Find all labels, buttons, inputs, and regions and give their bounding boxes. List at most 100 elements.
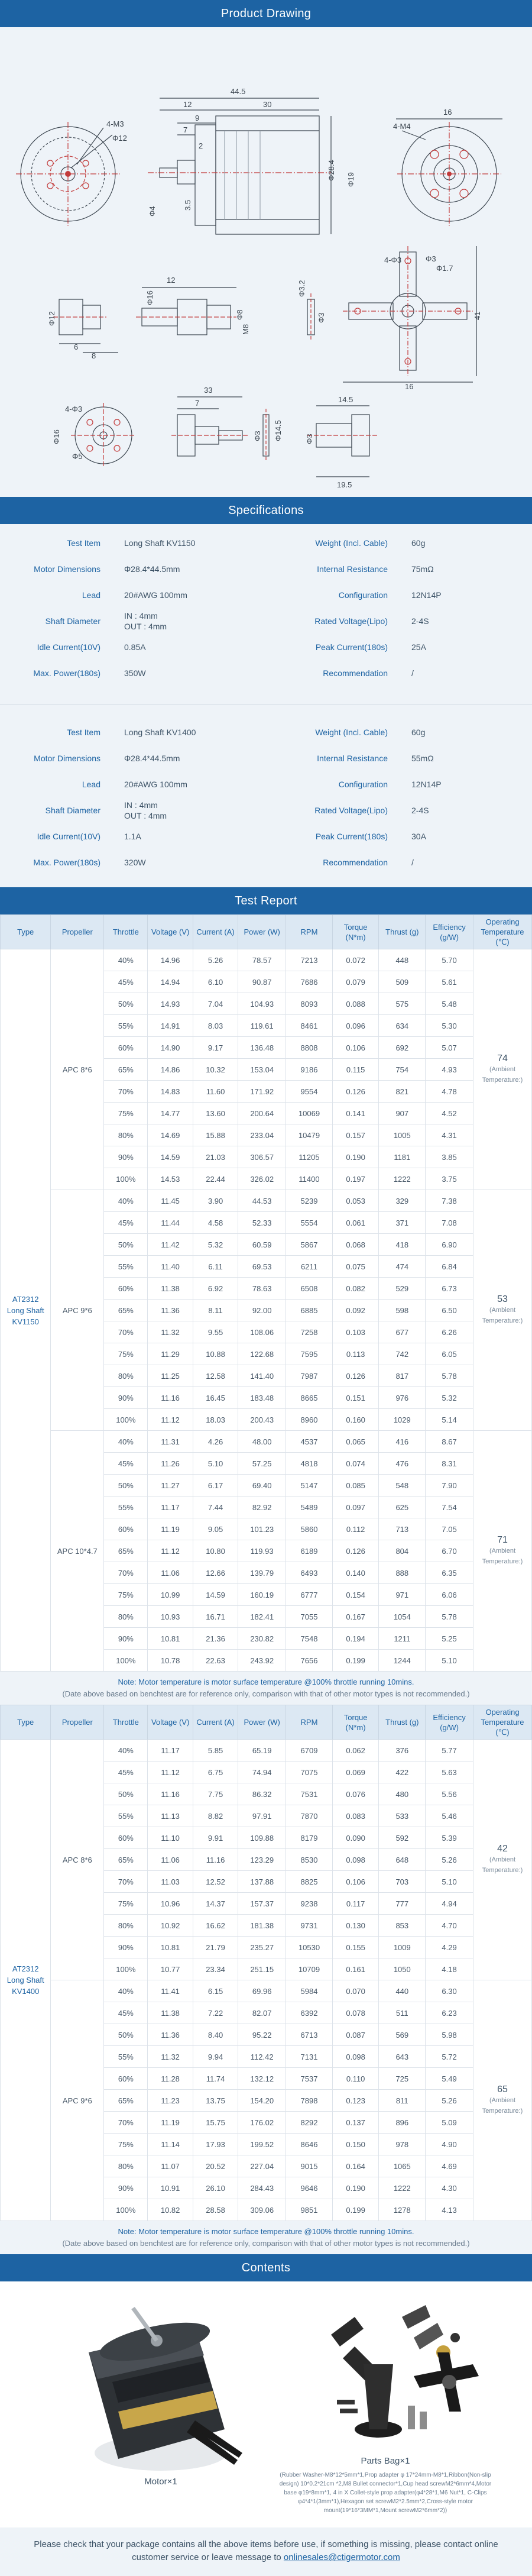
data-cell: 11.17 <box>147 1739 193 1761</box>
data-cell: 50% <box>103 1233 148 1256</box>
dim-text: Φ19 <box>346 172 355 187</box>
data-cell: 11.60 <box>192 1080 239 1103</box>
data-cell: 5.49 <box>425 2067 474 2090</box>
motor-type-line: AT2312 <box>12 1294 39 1304</box>
data-cell: 28.58 <box>192 2199 239 2221</box>
table-row: AT2312 Long Shaft KV1400 APC 8*6 40% 11.17 5.8… <box>0 1739 532 2221</box>
data-cell: 5.63 <box>425 1761 474 1783</box>
data-cell: 0.199 <box>332 1649 379 1672</box>
data-cell: 122.68 <box>238 1343 287 1365</box>
data-cell: 5.85 <box>192 1739 239 1761</box>
data-cell: 7.05 <box>425 1518 474 1540</box>
dim-text: Φ28.4 <box>327 160 336 181</box>
data-cell: 157.37 <box>238 1892 287 1915</box>
data-cell: 5.26 <box>425 2089 474 2112</box>
data-cell: 15.75 <box>192 2111 239 2134</box>
report-header-cell: RPM <box>286 914 333 949</box>
spec-value: 1.1A <box>124 832 141 841</box>
spec-value: / <box>411 858 414 867</box>
data-cell: 8.82 <box>192 1805 239 1827</box>
data-cell: 511 <box>378 2002 426 2024</box>
spec-row: Shaft Diameter IN : 4mm OUT : 4mm Rated V… <box>0 797 532 823</box>
data-cell: 416 <box>378 1430 426 1453</box>
data-cell: 9.91 <box>192 1827 239 1849</box>
data-cell: 7131 <box>286 2045 333 2068</box>
data-cell: 11.06 <box>147 1848 193 1871</box>
data-cell: 14.77 <box>147 1102 193 1124</box>
data-cell: 6493 <box>286 1562 333 1584</box>
spec-label: Configuration <box>338 590 388 600</box>
data-cell: 11.10 <box>147 1827 193 1849</box>
spec-value: 30A <box>411 832 426 841</box>
data-cell: 3.85 <box>425 1146 474 1168</box>
data-cell: 52.33 <box>238 1211 287 1234</box>
table-row: APC 9*6 40% 11.41 6.15 69.96 5984 0.070 440 6.30… <box>1 1980 532 2221</box>
data-cell: 7075 <box>286 1761 333 1783</box>
spec-divider <box>0 686 532 705</box>
footer-line-1: Please check that your package contains … <box>34 2539 498 2549</box>
data-cell: 7.90 <box>425 1474 474 1497</box>
data-cell: 14.59 <box>147 1146 193 1168</box>
small-washer-view: Φ3 Φ14.5 <box>253 409 283 462</box>
back-view: 16 4-M4 <box>393 108 502 226</box>
data-cell: 978 <box>378 2133 426 2155</box>
data-cell: 0.112 <box>332 1518 379 1540</box>
data-cell: 9186 <box>286 1058 333 1081</box>
support-email-link[interactable]: onlinesales@ctigermotor.com <box>284 2552 400 2562</box>
data-cell: 82.92 <box>238 1496 287 1518</box>
data-cell: 4537 <box>286 1430 333 1453</box>
data-cell: 418 <box>378 1233 426 1256</box>
data-cell: 11.32 <box>147 2045 193 2068</box>
data-cell: 100% <box>103 2199 148 2221</box>
data-cell: 3.90 <box>192 1190 239 1212</box>
data-cell: 11.25 <box>147 1365 193 1387</box>
data-cell: 5984 <box>286 1980 333 2002</box>
data-cell: 0.160 <box>332 1408 379 1431</box>
table-row: APC 9*6 40% 11.45 3.90 44.53 5239 0.053 329 7.38… <box>1 1190 532 1431</box>
dim-text: Φ4 <box>148 206 157 216</box>
data-cell: 65% <box>103 1058 148 1081</box>
spec-value: 25A <box>411 642 426 652</box>
data-cell: 5.14 <box>425 1408 474 1431</box>
report-header-cell: Current (A) <box>192 914 239 949</box>
temperature-value: 65 <box>497 2084 508 2095</box>
data-cell: 4.30 <box>425 2177 474 2199</box>
footer-line-2-text: customer service or leave message to <box>132 2552 284 2562</box>
data-cell: 0.098 <box>332 2045 379 2068</box>
data-cell: 0.115 <box>332 1058 379 1081</box>
data-cell: 7870 <box>286 1805 333 1827</box>
data-cell: 6189 <box>286 1540 333 1562</box>
data-cell: 6713 <box>286 2024 333 2046</box>
spec-label: Lead <box>82 780 100 789</box>
spec-value: 55mΩ <box>411 754 434 763</box>
data-cell: 14.93 <box>147 993 193 1015</box>
data-cell: 200.64 <box>238 1102 287 1124</box>
data-cell: 14.90 <box>147 1036 193 1059</box>
data-cell: 100% <box>103 1408 148 1431</box>
data-cell: 1005 <box>378 1124 426 1146</box>
data-cell: 6.73 <box>425 1277 474 1300</box>
data-cell: 6.70 <box>425 1540 474 1562</box>
dim-text: 41 <box>473 312 482 320</box>
data-cell: 8.11 <box>192 1299 239 1321</box>
report-header-cell: Thrust (g) <box>378 914 426 949</box>
spec-row: Idle Current(10V) 0.85A Peak Current(180… <box>0 634 532 660</box>
spec-row: Motor Dimensions Φ28.4*44.5mm Internal R… <box>0 556 532 582</box>
data-cell: 0.110 <box>332 2067 379 2090</box>
data-cell: 5.10 <box>192 1452 239 1475</box>
motor-type-line: Long Shaft <box>7 1976 44 1984</box>
data-cell: 5.78 <box>425 1605 474 1628</box>
data-cell: 14.59 <box>192 1583 239 1606</box>
data-cell: 11.17 <box>147 1496 193 1518</box>
data-cell: 45% <box>103 971 148 993</box>
data-cell: 14.53 <box>147 1168 193 1190</box>
data-cell: 22.63 <box>192 1649 239 1672</box>
spec-label: Peak Current(180s) <box>315 832 388 841</box>
data-cell: 44.53 <box>238 1190 287 1212</box>
data-cell: 4818 <box>286 1452 333 1475</box>
data-cell: 45% <box>103 1211 148 1234</box>
data-cell: 625 <box>378 1496 426 1518</box>
report-header-cell: RPM <box>286 1705 333 1740</box>
data-cell: 90% <box>103 1146 148 1168</box>
contents-header: Contents <box>0 2254 532 2281</box>
